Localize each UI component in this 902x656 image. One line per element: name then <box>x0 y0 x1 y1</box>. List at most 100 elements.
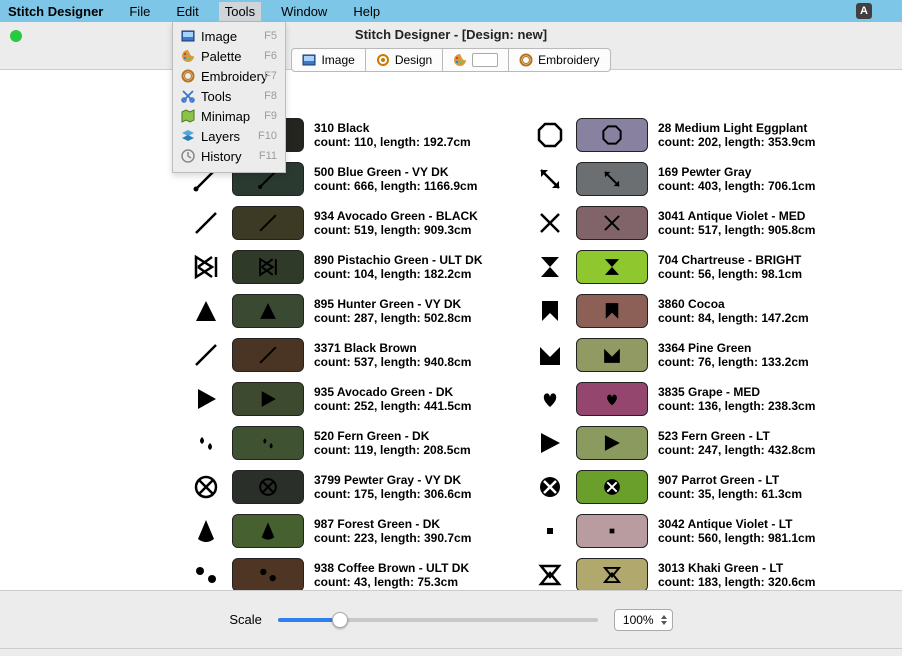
thread-swatch[interactable] <box>576 118 648 152</box>
toolbar-embroidery-button[interactable]: Embroidery <box>509 48 610 72</box>
thread-symbol <box>534 559 566 590</box>
dropdown-item-label: Layers <box>201 129 240 144</box>
thread-swatch-symbol <box>600 563 624 587</box>
thread-row[interactable]: 3799 Pewter Gray - VY DKcount: 175, leng… <box>190 468 504 506</box>
menu-tools[interactable]: Tools <box>219 2 261 21</box>
thread-stats: count: 43, length: 75.3cm <box>314 575 504 589</box>
dropdown-item-palette[interactable]: PaletteF6 <box>173 46 285 66</box>
dropdown-item-history[interactable]: HistoryF11 <box>173 146 285 166</box>
dropdown-item-layers[interactable]: Layers F10 <box>173 126 285 146</box>
toolbar-design-button[interactable]: Design <box>366 48 443 72</box>
thread-symbol <box>534 515 566 547</box>
thread-row[interactable]: 704 Chartreuse - BRIGHTcount: 56, length… <box>534 248 838 286</box>
app-title: Stitch Designer <box>8 4 103 19</box>
image-icon <box>302 53 316 67</box>
thread-row[interactable]: 3835 Grape - MEDcount: 136, length: 238.… <box>534 380 838 418</box>
toolbar-design-label: Design <box>395 53 432 67</box>
dropdown-item-embroidery[interactable]: EmbroideryF7 <box>173 66 285 86</box>
thread-swatch-symbol <box>600 167 624 191</box>
scale-slider-knob[interactable] <box>332 612 348 628</box>
thread-swatch[interactable] <box>232 338 304 372</box>
toolbar: Stitch Designer - [Design: new] Image De… <box>0 22 902 70</box>
thread-row[interactable]: 934 Avocado Green - BLACKcount: 519, len… <box>190 204 504 242</box>
thread-swatch[interactable] <box>576 206 648 240</box>
thread-name: 3835 Grape - MED <box>658 385 838 399</box>
thread-swatch[interactable] <box>576 558 648 590</box>
thread-stats: count: 110, length: 192.7cm <box>314 135 504 149</box>
thread-swatch-symbol <box>600 475 624 499</box>
layers-icon <box>181 129 195 143</box>
thread-swatch[interactable] <box>232 294 304 328</box>
thread-swatch[interactable] <box>576 250 648 284</box>
thread-stats: count: 136, length: 238.3cm <box>658 399 838 413</box>
thread-stats: count: 247, length: 432.8cm <box>658 443 838 457</box>
thread-swatch[interactable] <box>576 294 648 328</box>
thread-row[interactable]: 28 Medium Light Eggplantcount: 202, leng… <box>534 116 838 154</box>
thread-swatch[interactable] <box>576 382 648 416</box>
thread-stats: count: 84, length: 147.2cm <box>658 311 838 325</box>
thread-swatch[interactable] <box>232 514 304 548</box>
thread-list-right: 28 Medium Light Eggplantcount: 202, leng… <box>534 116 838 590</box>
stepper-down-icon[interactable] <box>660 620 668 626</box>
toolbar-image-button[interactable]: Image <box>291 48 365 72</box>
dropdown-item-image[interactable]: ImageF5 <box>173 26 285 46</box>
thread-row[interactable]: 3364 Pine Greencount: 76, length: 133.2c… <box>534 336 838 374</box>
toolbar-color-swatch[interactable] <box>472 53 498 67</box>
thread-row[interactable]: 3042 Antique Violet - LTcount: 560, leng… <box>534 512 838 550</box>
thread-swatch[interactable] <box>232 558 304 590</box>
design-icon <box>376 53 390 67</box>
menu-help[interactable]: Help <box>347 2 386 21</box>
menu-file[interactable]: File <box>123 2 156 21</box>
thread-swatch[interactable] <box>576 470 648 504</box>
thread-row[interactable]: 938 Coffee Brown - ULT DKcount: 43, leng… <box>190 556 504 590</box>
content-area: 310 Blackcount: 110, length: 192.7cm500 … <box>0 70 902 590</box>
thread-swatch[interactable] <box>576 426 648 460</box>
thread-symbol <box>190 559 222 590</box>
thread-name: 3799 Pewter Gray - VY DK <box>314 473 504 487</box>
thread-symbol <box>534 251 566 283</box>
dropdown-item-tools[interactable]: ToolsF8 <box>173 86 285 106</box>
scale-slider[interactable] <box>278 618 598 622</box>
thread-row[interactable]: 987 Forest Green - DKcount: 223, length:… <box>190 512 504 550</box>
keyboard-icon[interactable]: A <box>856 3 872 19</box>
thread-row[interactable]: 895 Hunter Green - VY DKcount: 287, leng… <box>190 292 504 330</box>
thread-swatch[interactable] <box>576 338 648 372</box>
dropdown-item-minimap[interactable]: MinimapF9 <box>173 106 285 126</box>
thread-row[interactable]: 520 Fern Green - DKcount: 119, length: 2… <box>190 424 504 462</box>
thread-swatch[interactable] <box>232 250 304 284</box>
thread-row[interactable]: 907 Parrot Green - LTcount: 35, length: … <box>534 468 838 506</box>
thread-stats: count: 517, length: 905.8cm <box>658 223 838 237</box>
dropdown-item-label: History <box>201 149 241 164</box>
window-traffic-green[interactable] <box>10 30 22 42</box>
hoop-icon <box>181 69 195 83</box>
thread-name: 890 Pistachio Green - ULT DK <box>314 253 504 267</box>
thread-row[interactable]: 169 Pewter Graycount: 403, length: 706.1… <box>534 160 838 198</box>
thread-name: 3041 Antique Violet - MED <box>658 209 838 223</box>
thread-symbol <box>534 471 566 503</box>
palette-icon <box>453 53 467 67</box>
thread-row[interactable]: 3013 Khaki Green - LTcount: 183, length:… <box>534 556 838 590</box>
thread-row[interactable]: 523 Fern Green - LTcount: 247, length: 4… <box>534 424 838 462</box>
thread-swatch[interactable] <box>232 206 304 240</box>
toolbar-palette-button[interactable] <box>443 48 509 72</box>
thread-symbol <box>190 339 222 371</box>
scale-value-stepper[interactable]: 100% <box>614 609 673 631</box>
dropdown-item-shortcut: F10 <box>258 130 277 142</box>
thread-name: 3860 Cocoa <box>658 297 838 311</box>
thread-swatch[interactable] <box>576 162 648 196</box>
scissors-icon <box>181 89 195 103</box>
thread-row[interactable]: 3860 Cocoacount: 84, length: 147.2cm <box>534 292 838 330</box>
thread-swatch[interactable] <box>232 470 304 504</box>
thread-swatch-symbol <box>256 343 280 367</box>
thread-swatch[interactable] <box>576 514 648 548</box>
thread-row[interactable]: 3041 Antique Violet - MEDcount: 517, len… <box>534 204 838 242</box>
thread-row[interactable]: 890 Pistachio Green - ULT DKcount: 104, … <box>190 248 504 286</box>
menu-window[interactable]: Window <box>275 2 333 21</box>
thread-swatch-symbol <box>256 519 280 543</box>
menu-edit[interactable]: Edit <box>170 2 204 21</box>
thread-swatch[interactable] <box>232 382 304 416</box>
thread-row[interactable]: 3371 Black Browncount: 537, length: 940.… <box>190 336 504 374</box>
thread-symbol <box>190 515 222 547</box>
thread-swatch[interactable] <box>232 426 304 460</box>
thread-row[interactable]: 935 Avocado Green - DKcount: 252, length… <box>190 380 504 418</box>
